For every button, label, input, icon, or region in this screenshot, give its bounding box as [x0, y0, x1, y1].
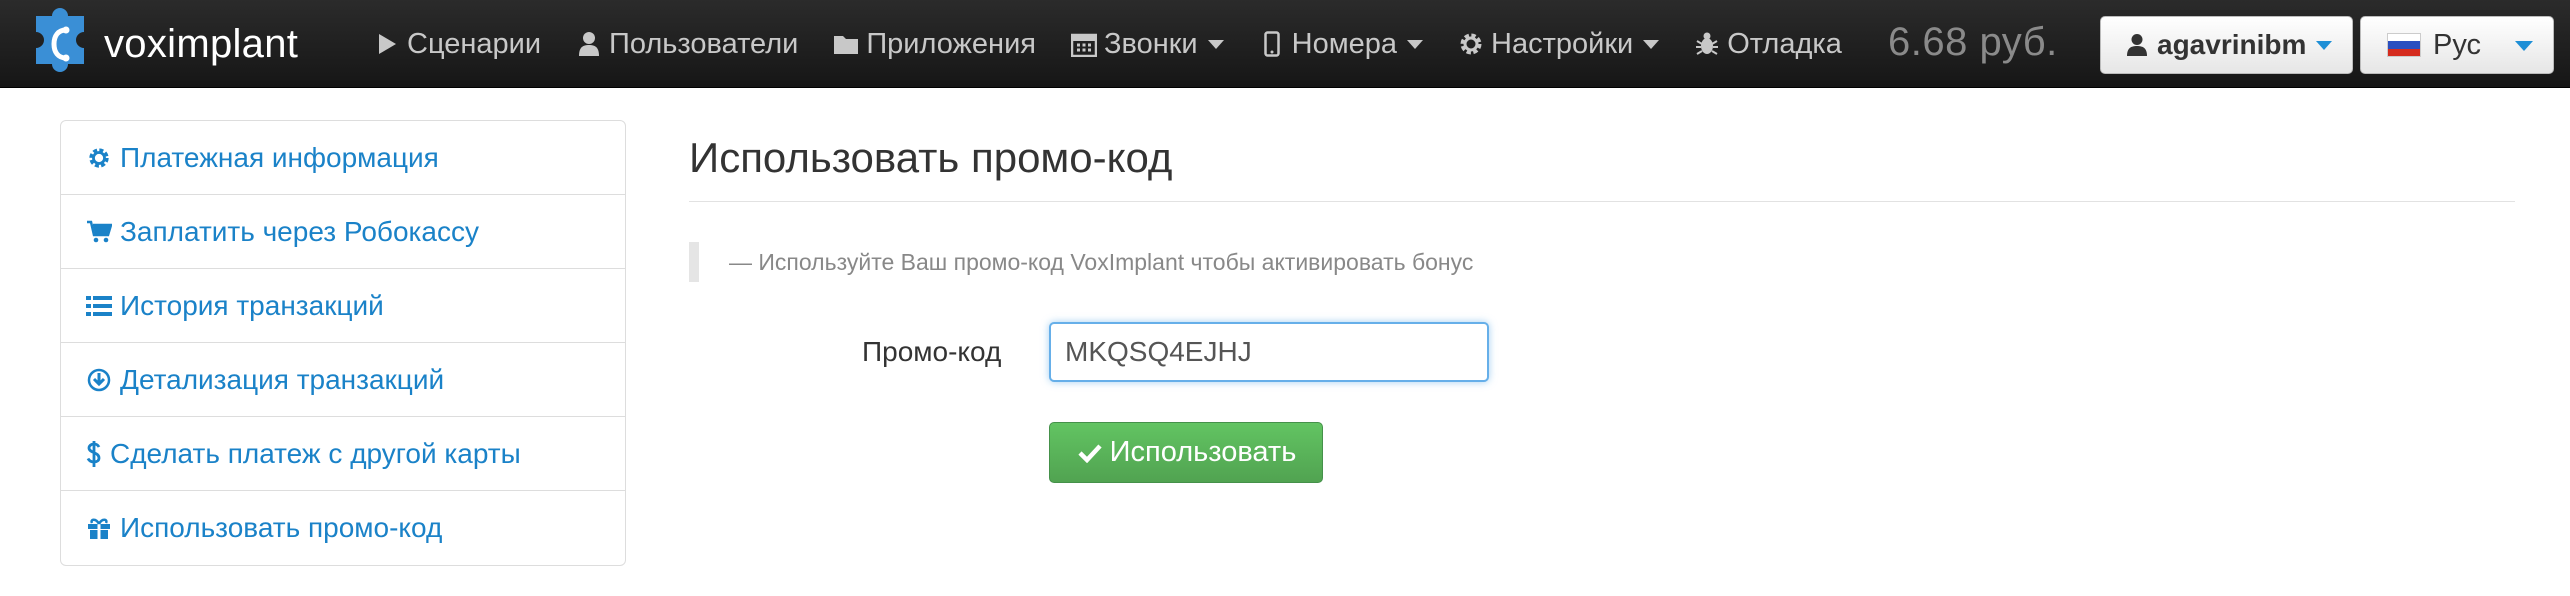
sidebar-item-promo-code[interactable]: Использовать промо-код	[61, 491, 625, 565]
download-icon	[86, 366, 112, 394]
brand[interactable]: voximplant	[22, 8, 298, 80]
username: agavrinibm	[2157, 29, 2307, 60]
check-icon	[1076, 439, 1104, 467]
sidebar-item-label: Использовать промо-код	[120, 512, 443, 543]
play-icon	[373, 30, 401, 58]
nav-item-calls[interactable]: Звонки	[1070, 28, 1224, 61]
gear-icon	[1457, 30, 1485, 58]
promo-hint: — Используйте Ваш промо-код VoxImplant ч…	[689, 242, 1473, 282]
chevron-down-icon	[1407, 39, 1424, 49]
sidebar-item-robokassa[interactable]: Заплатить через Робокассу	[61, 195, 625, 269]
sidebar-item-transaction-history[interactable]: История транзакций	[61, 269, 625, 343]
account-balance: 6.68 руб.	[1888, 20, 2058, 64]
language-label: Рус	[2433, 28, 2482, 61]
user-icon	[575, 30, 603, 58]
sidebar-item-payment-info[interactable]: Платежная информация	[61, 121, 625, 195]
mobile-icon	[1258, 30, 1286, 58]
nav-item-settings[interactable]: Настройки	[1457, 27, 1660, 61]
chevron-down-icon	[2515, 41, 2533, 51]
gear-icon	[86, 144, 112, 172]
calendar-icon	[1070, 30, 1098, 58]
brand-name: voximplant	[104, 21, 299, 66]
user-icon	[2127, 33, 2149, 57]
page-title: Использовать промо-код	[689, 134, 1173, 181]
promo-code-input[interactable]	[1049, 322, 1489, 382]
nav-item-label: Настройки	[1491, 27, 1634, 60]
nav-item-numbers[interactable]: Номера	[1258, 27, 1424, 61]
chevron-down-icon	[1207, 39, 1224, 49]
main-nav: Сценарии Пользователи Приложения Звонки	[373, 0, 1876, 88]
gift-icon	[86, 514, 112, 542]
sidebar-item-label: Платежная информация	[120, 141, 439, 173]
chevron-down-icon	[1643, 39, 1660, 49]
sidebar-item-label: Сделать платеж с другой карты	[110, 437, 521, 469]
nav-item-label: Отладка	[1727, 27, 1842, 60]
chevron-down-icon	[2316, 40, 2333, 50]
cart-icon	[86, 218, 112, 246]
nav-item-debug[interactable]: Отладка	[1693, 28, 1842, 61]
nav-item-scenarios[interactable]: Сценарии	[373, 28, 541, 61]
nav-item-label: Пользователи	[609, 27, 799, 60]
language-button[interactable]: Рус	[2360, 16, 2554, 74]
nav-item-label: Приложения	[866, 27, 1036, 60]
bug-icon	[1693, 30, 1721, 58]
nav-item-label: Звонки	[1103, 27, 1198, 60]
promo-hint-text: — Используйте Ваш промо-код VoxImplant ч…	[729, 248, 1474, 275]
list-icon	[86, 292, 112, 320]
nav-item-applications[interactable]: Приложения	[832, 28, 1036, 61]
user-menu-button[interactable]: agavrinibm	[2100, 16, 2353, 74]
billing-sidebar: Платежная информация Заплатить через Роб…	[60, 120, 626, 566]
dollar-icon	[86, 440, 102, 468]
folder-icon	[832, 30, 860, 58]
nav-item-users[interactable]: Пользователи	[575, 28, 798, 61]
sidebar-item-label: Детализация транзакций	[120, 363, 445, 395]
promo-code-label: Промо-код	[862, 336, 1002, 367]
nav-item-label: Номера	[1291, 27, 1398, 60]
sidebar-item-transaction-details[interactable]: Детализация транзакций	[61, 343, 625, 417]
sidebar-item-pay-other-card[interactable]: Сделать платеж с другой карты	[61, 417, 625, 491]
russian-flag-icon	[2387, 33, 2421, 57]
use-promo-button-label: Использовать	[1109, 436, 1297, 468]
top-navbar: voximplant Сценарии Пользователи Приложе…	[0, 0, 2570, 88]
sidebar-item-label: Заплатить через Робокассу	[120, 215, 479, 247]
title-divider	[689, 201, 2515, 202]
use-promo-button[interactable]: Использовать	[1049, 422, 1323, 483]
nav-item-label: Сценарии	[407, 27, 542, 60]
sidebar-item-label: История транзакций	[120, 289, 384, 321]
voximplant-logo-icon	[22, 6, 98, 82]
